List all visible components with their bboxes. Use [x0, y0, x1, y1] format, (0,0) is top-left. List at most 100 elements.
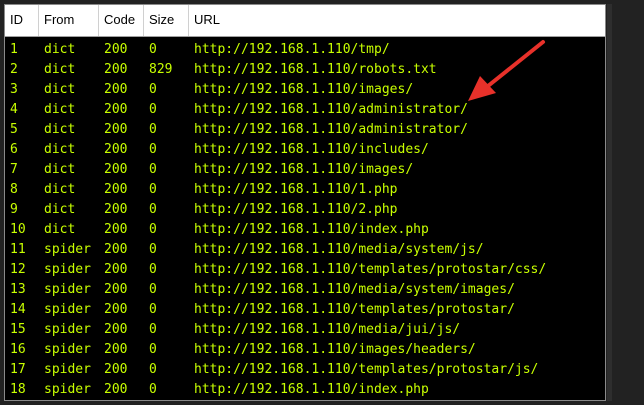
cell-from: spider	[44, 322, 91, 337]
cell-size: 0	[149, 262, 157, 277]
cell-url: http://192.168.1.110/images/	[194, 82, 414, 97]
column-header-code[interactable]: Code	[99, 5, 144, 36]
column-header-size[interactable]: Size	[144, 5, 189, 36]
table-header: ID From Code Size URL	[5, 5, 605, 37]
cell-code: 200	[104, 182, 128, 197]
cell-url: http://192.168.1.110/index.php	[194, 222, 429, 237]
cell-url: http://192.168.1.110/media/jui/js/	[194, 322, 461, 337]
cell-url: http://192.168.1.110/includes/	[194, 142, 429, 157]
cell-from: dict	[44, 142, 76, 157]
cell-size: 0	[149, 362, 157, 377]
cell-url: http://192.168.1.110/robots.txt	[194, 62, 437, 77]
cell-code: 200	[104, 42, 128, 57]
cell-url: http://192.168.1.110/media/system/images…	[194, 282, 515, 297]
cell-size: 0	[149, 162, 157, 177]
cell-size: 0	[149, 42, 157, 57]
cell-from: spider	[44, 282, 91, 297]
cell-from: spider	[44, 342, 91, 357]
cell-from: dict	[44, 162, 76, 177]
cell-size: 0	[149, 342, 157, 357]
cell-size: 0	[149, 282, 157, 297]
cell-id: 10	[10, 222, 26, 237]
cell-code: 200	[104, 82, 128, 97]
cell-size: 0	[149, 382, 157, 397]
cell-from: dict	[44, 42, 76, 57]
cell-from: dict	[44, 102, 76, 117]
cell-url: http://192.168.1.110/1.php	[194, 182, 398, 197]
cell-url: http://192.168.1.110/templates/protostar…	[194, 262, 547, 277]
cell-code: 200	[104, 202, 128, 217]
cell-id: 5	[10, 122, 18, 137]
cell-from: spider	[44, 382, 91, 397]
cell-from: dict	[44, 182, 76, 197]
cell-code: 200	[104, 102, 128, 117]
cell-id: 8	[10, 182, 18, 197]
cell-url: http://192.168.1.110/templates/protostar…	[194, 362, 539, 377]
cell-code: 200	[104, 242, 128, 257]
cell-id: 12	[10, 262, 26, 277]
table-row[interactable]: 8 dict 200 0 http://192.168.1.110/1.php	[5, 180, 605, 200]
cell-size: 0	[149, 182, 157, 197]
cell-url: http://192.168.1.110/index.php	[194, 382, 429, 397]
table-row[interactable]: 7 dict 200 0 http://192.168.1.110/images/	[5, 160, 605, 180]
cell-code: 200	[104, 322, 128, 337]
cell-id: 4	[10, 102, 18, 117]
cell-code: 200	[104, 262, 128, 277]
table-row[interactable]: 13 spider 200 0 http://192.168.1.110/media/s…	[5, 280, 605, 300]
cell-id: 2	[10, 62, 18, 77]
cell-id: 11	[10, 242, 26, 257]
cell-id: 7	[10, 162, 18, 177]
cell-code: 200	[104, 222, 128, 237]
window-edge	[607, 4, 612, 401]
cell-from: dict	[44, 222, 76, 237]
cell-code: 200	[104, 302, 128, 317]
table-row[interactable]: 11 spider 200 0 http://192.168.1.110/media/s…	[5, 240, 605, 260]
table-row[interactable]: 14 spider 200 0 http://192.168.1.110/templat…	[5, 300, 605, 320]
table-row[interactable]: 9 dict 200 0 http://192.168.1.110/2.php	[5, 200, 605, 220]
cell-url: http://192.168.1.110/media/system/js/	[194, 242, 484, 257]
cell-id: 13	[10, 282, 26, 297]
cell-id: 9	[10, 202, 18, 217]
cell-id: 6	[10, 142, 18, 157]
results-table: ID From Code Size URL 1 dict 200 0 http://19…	[4, 4, 606, 401]
cell-code: 200	[104, 362, 128, 377]
cell-id: 1	[10, 42, 18, 57]
table-row[interactable]: 16 spider 200 0 http://192.168.1.110/images/…	[5, 340, 605, 360]
column-header-id[interactable]: ID	[5, 5, 39, 36]
table-row[interactable]: 5 dict 200 0 http://192.168.1.110/administra…	[5, 120, 605, 140]
column-header-url[interactable]: URL	[189, 5, 605, 36]
cell-from: dict	[44, 122, 76, 137]
cell-url: http://192.168.1.110/images/	[194, 162, 414, 177]
table-row[interactable]: 12 spider 200 0 http://192.168.1.110/templat…	[5, 260, 605, 280]
cell-url: http://192.168.1.110/administrator/	[194, 102, 468, 117]
table-row[interactable]: 17 spider 200 0 http://192.168.1.110/templat…	[5, 360, 605, 380]
cell-size: 0	[149, 82, 157, 97]
cell-size: 0	[149, 242, 157, 257]
cell-size: 0	[149, 142, 157, 157]
table-row[interactable]: 2 dict 200 829 http://192.168.1.110/robots.t…	[5, 60, 605, 80]
table-row[interactable]: 1 dict 200 0 http://192.168.1.110/tmp/	[5, 40, 605, 60]
table-row[interactable]: 4 dict 200 0 http://192.168.1.110/administra…	[5, 100, 605, 120]
column-header-from[interactable]: From	[39, 5, 99, 36]
table-row[interactable]: 10 dict 200 0 http://192.168.1.110/index.php	[5, 220, 605, 240]
cell-size: 0	[149, 122, 157, 137]
cell-from: dict	[44, 62, 76, 77]
cell-size: 0	[149, 322, 157, 337]
cell-id: 17	[10, 362, 26, 377]
cell-code: 200	[104, 382, 128, 397]
cell-code: 200	[104, 122, 128, 137]
cell-url: http://192.168.1.110/tmp/	[194, 42, 390, 57]
table-row[interactable]: 6 dict 200 0 http://192.168.1.110/includes/	[5, 140, 605, 160]
cell-url: http://192.168.1.110/2.php	[194, 202, 398, 217]
table-row[interactable]: 18 spider 200 0 http://192.168.1.110/index.p…	[5, 380, 605, 400]
cell-size: 0	[149, 302, 157, 317]
table-body: 1 dict 200 0 http://192.168.1.110/tmp/2 dict 2…	[5, 37, 605, 400]
cell-url: http://192.168.1.110/templates/protostar…	[194, 302, 515, 317]
cell-from: dict	[44, 82, 76, 97]
table-row[interactable]: 3 dict 200 0 http://192.168.1.110/images/	[5, 80, 605, 100]
cell-code: 200	[104, 162, 128, 177]
cell-from: spider	[44, 362, 91, 377]
cell-code: 200	[104, 282, 128, 297]
cell-code: 200	[104, 142, 128, 157]
table-row[interactable]: 15 spider 200 0 http://192.168.1.110/media/j…	[5, 320, 605, 340]
